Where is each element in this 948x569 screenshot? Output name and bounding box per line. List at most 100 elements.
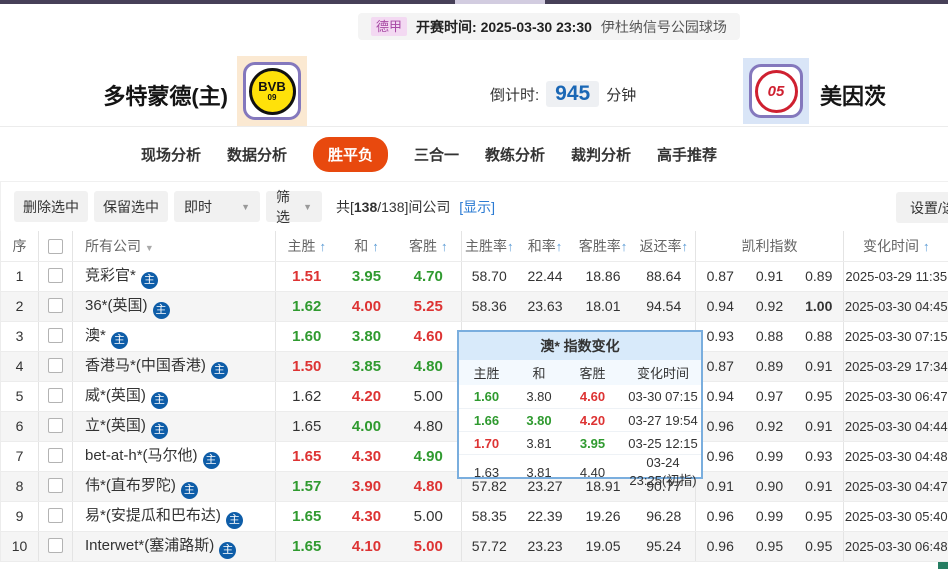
company-cell[interactable]: bet-at-h*(马尔他) 主 [72, 441, 276, 472]
kickoff-time: 2025-03-30 23:30 [480, 18, 592, 35]
row-checkbox[interactable] [48, 508, 63, 524]
header-return-rate[interactable]: 返还率↑ [632, 231, 696, 262]
row-checkbox[interactable] [48, 418, 63, 434]
tab-裁判分析[interactable]: 裁判分析 [571, 144, 631, 165]
filter-dropdown[interactable]: 筛选 ▼ [266, 189, 322, 225]
host-badge-icon: 主 [150, 421, 168, 439]
home-odds: 1.57 [275, 471, 338, 502]
company-name[interactable]: Interwet*(塞浦路斯) [85, 537, 214, 554]
row-index: 7 [0, 441, 39, 472]
table-row[interactable]: 10 Interwet*(塞浦路斯) 主 1.65 4.10 5.00 57.72 23.23… [0, 531, 948, 562]
row-checkbox[interactable] [48, 328, 63, 344]
header-draw-odds[interactable]: 和 ↑ [337, 231, 396, 262]
popup-change-time: 03-24 23:25(初指) [629, 455, 697, 488]
sort-asc-icon: ↑ [620, 238, 628, 254]
away-logo-frame: 05 [749, 64, 803, 118]
keep-selected-button[interactable]: 保留选中 [94, 191, 168, 222]
company-cell[interactable]: 36*(英国) 主 [72, 291, 276, 322]
company-cell[interactable]: 威*(英国) 主 [72, 381, 276, 412]
popup-draw-odds: 3.80 [526, 389, 552, 404]
header-away-odds[interactable]: 客胜 ↑ [395, 231, 462, 262]
company-cell[interactable]: 伟*(直布罗陀) 主 [72, 471, 276, 502]
tab-三合一[interactable]: 三合一 [414, 144, 459, 165]
change-time: 2025-03-30 06:47 [843, 381, 948, 412]
header-draw-rate[interactable]: 和率↑ [516, 231, 574, 262]
company-name[interactable]: 36*(英国) [85, 297, 148, 314]
row-index: 9 [0, 501, 39, 532]
row-checkbox[interactable] [48, 538, 63, 554]
popup-header-draw: 和 [532, 366, 546, 381]
table-row[interactable]: 9 易*(安提瓜和巴布达) 主 1.65 4.30 5.00 58.35 22.39 19.26… [0, 501, 948, 532]
count-number: 138 [353, 198, 378, 215]
return-rate: 96.28 [632, 501, 696, 532]
delete-selected-button[interactable]: 删除选中 [14, 191, 88, 222]
tab-教练分析[interactable]: 教练分析 [485, 144, 545, 165]
mainz-text: 05 [767, 82, 785, 100]
company-cell[interactable]: 易*(安提瓜和巴布达) 主 [72, 501, 276, 532]
kelly-3: 1.00 [794, 291, 844, 322]
show-link[interactable]: [显示] [459, 199, 495, 215]
row-select-cell [38, 321, 73, 352]
home-odds: 1.65 [275, 501, 338, 532]
row-checkbox[interactable] [48, 298, 63, 314]
header-home-rate[interactable]: 主胜率↑ [461, 231, 517, 262]
row-checkbox[interactable] [48, 388, 63, 404]
popup-away-odds: 4.20 [579, 412, 606, 428]
popup-change-time: 03-27 19:54 [628, 412, 698, 428]
away-rate: 18.86 [573, 261, 633, 292]
table-row[interactable]: 1 竞彩官* 主 1.51 3.95 4.70 58.70 22.44 18.86 88.64 0.… [0, 261, 948, 292]
company-name[interactable]: 威*(英国) [85, 387, 146, 404]
tab-胜平负[interactable]: 胜平负 [312, 136, 388, 172]
home-odds: 1.60 [275, 321, 338, 352]
tab-现场分析[interactable]: 现场分析 [141, 144, 201, 165]
company-name[interactable]: 立*(英国) [85, 417, 146, 434]
tab-高手推荐[interactable]: 高手推荐 [657, 144, 717, 165]
kelly-2: 0.92 [744, 291, 795, 322]
company-cell[interactable]: 澳* 主 [72, 321, 276, 352]
row-index: 6 [0, 411, 39, 442]
chevron-down-icon: ▼ [303, 201, 312, 212]
popup-draw-odds: 3.80 [526, 412, 552, 428]
popup-header-time: 变化时间 [636, 366, 689, 381]
header-change-time-label: 变化时间 [863, 237, 920, 254]
header-company[interactable]: 所有公司 ▼ [72, 231, 276, 262]
home-odds: 1.50 [275, 351, 338, 382]
company-cell[interactable]: Interwet*(塞浦路斯) 主 [72, 531, 276, 562]
company-name[interactable]: 香港马*(中国香港) [85, 357, 206, 374]
kelly-2: 0.95 [744, 531, 795, 562]
host-badge-icon: 主 [219, 541, 237, 559]
settings-button[interactable]: 设置/选择 [896, 192, 948, 223]
company-name[interactable]: 易*(安提瓜和巴布达) [85, 507, 221, 524]
select-all-checkbox[interactable] [48, 239, 63, 255]
company-name[interactable]: 竞彩官* [85, 267, 136, 284]
company-name[interactable]: bet-at-h*(马尔他) [85, 447, 198, 464]
company-cell[interactable]: 香港马*(中国香港) 主 [72, 351, 276, 382]
draw-odds: 4.30 [337, 501, 396, 532]
company-cell[interactable]: 立*(英国) 主 [72, 411, 276, 442]
popup-change-time: 03-25 12:15 [628, 435, 698, 451]
header-away-rate-label: 客胜率 [578, 237, 621, 254]
change-time: 2025-03-30 06:48 [843, 531, 948, 562]
sort-asc-icon: ↑ [440, 238, 448, 254]
company-cell[interactable]: 竞彩官* 主 [72, 261, 276, 292]
row-checkbox[interactable] [48, 448, 63, 464]
company-name[interactable]: 澳* [85, 327, 106, 344]
chevron-down-icon: ▼ [241, 201, 250, 212]
company-name[interactable]: 伟*(直布罗陀) [85, 477, 176, 494]
row-checkbox[interactable] [48, 478, 63, 494]
tab-数据分析[interactable]: 数据分析 [227, 144, 287, 165]
row-checkbox[interactable] [48, 358, 63, 374]
table-row[interactable]: 2 36*(英国) 主 1.62 4.00 5.25 58.36 23.63 18.01 94.5… [0, 291, 948, 322]
header-change-time[interactable]: 变化时间 ↑ [843, 231, 948, 262]
popup-draw-odds: 3.81 [526, 464, 552, 480]
kelly-2: 0.89 [744, 351, 795, 382]
header-away-rate[interactable]: 客胜率↑ [573, 231, 633, 262]
draw-odds: 4.00 [337, 411, 396, 442]
home-odds: 1.51 [275, 261, 338, 292]
away-rate: 19.26 [573, 501, 633, 532]
instant-odds-dropdown[interactable]: 即时 ▼ [174, 191, 260, 222]
header-home-odds[interactable]: 主胜 ↑ [275, 231, 338, 262]
sort-asc-icon: ↑ [555, 238, 563, 254]
row-checkbox[interactable] [48, 268, 63, 284]
popup-away-odds: 4.60 [579, 389, 606, 404]
